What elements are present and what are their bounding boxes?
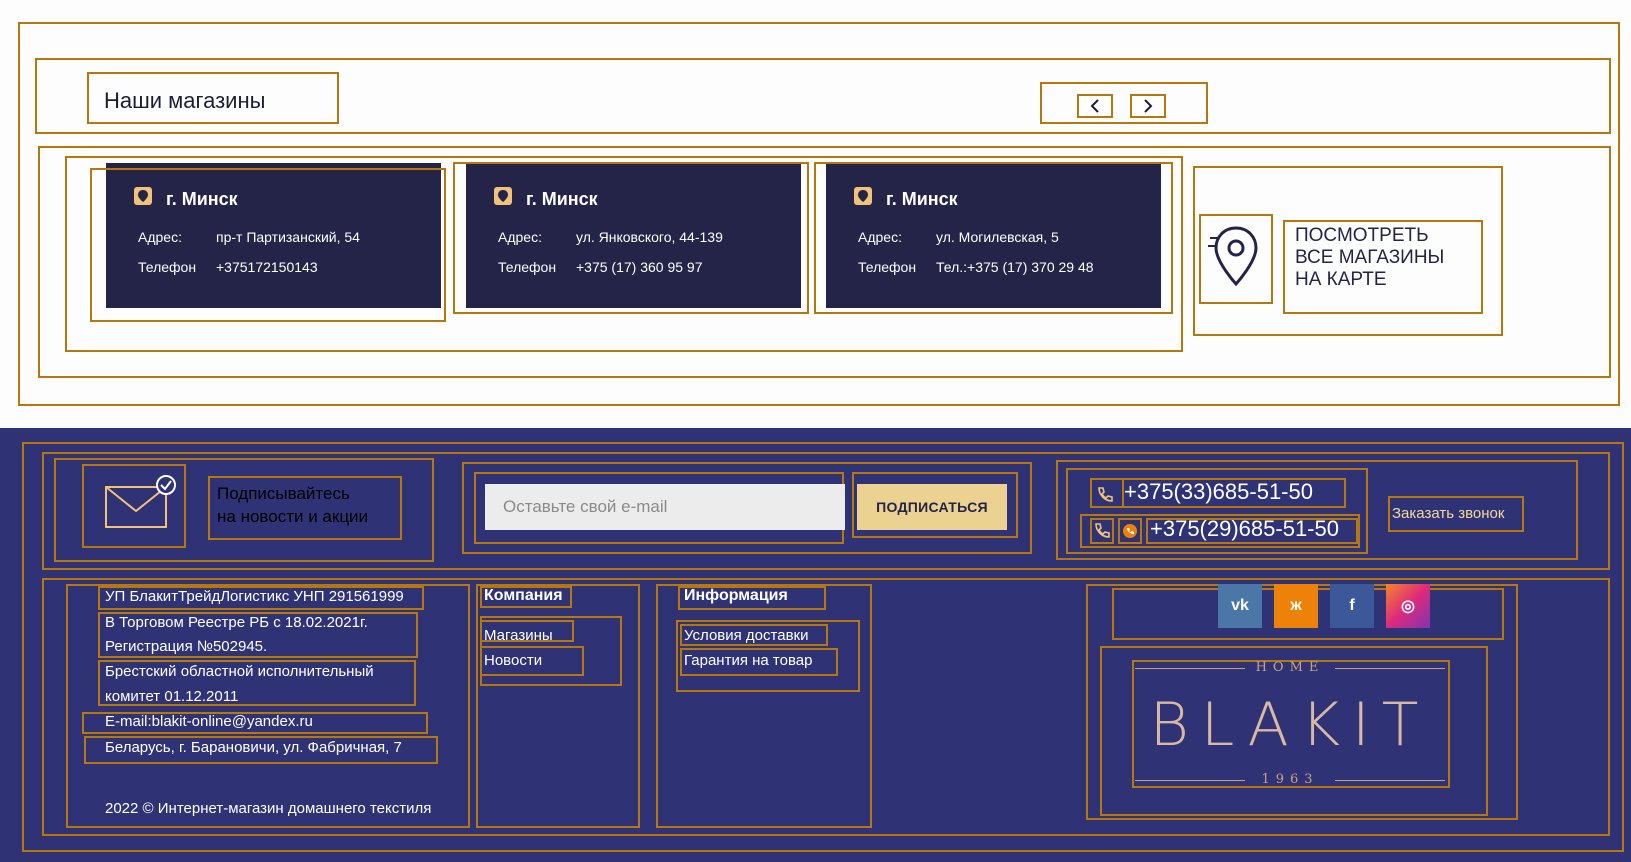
callback-link[interactable]: Заказать звонок — [1392, 505, 1504, 522]
instagram-icon[interactable]: ◎ — [1386, 584, 1430, 628]
footer-link-news[interactable]: Новости — [484, 652, 542, 669]
legal-address: Беларусь, г. Барановичи, ул. Фабричная, … — [105, 739, 402, 756]
subscribe-caption: Подписывайтесь на новости и акции — [217, 482, 368, 528]
subscribe-caption-line: на новости и акции — [217, 507, 369, 526]
footer-link-shops[interactable]: Магазины — [484, 627, 553, 644]
info-heading: Информация — [684, 587, 788, 604]
company-heading: Компания — [484, 587, 563, 604]
map-link-line: ПОСМОТРЕТЬ — [1295, 225, 1429, 246]
store-card-outline — [814, 162, 1173, 314]
envelope-icon — [105, 475, 176, 528]
legal-registry: В Торговом Реестре РБ с 18.02.2021г. — [105, 614, 368, 631]
phone-number[interactable]: +375(33)685-51-50 — [1124, 479, 1313, 505]
email-input[interactable] — [485, 484, 845, 530]
blakit-logo[interactable]: HOME BLAKIT 1963 — [1135, 660, 1445, 790]
carousel-next-button[interactable] — [1130, 94, 1166, 118]
footer-link-warranty[interactable]: Гарантия на товар — [684, 652, 812, 669]
phone-icon — [1095, 523, 1110, 538]
logo-brand: BLAKIT — [1149, 690, 1431, 760]
carousel-prev-button[interactable] — [1077, 94, 1113, 118]
viber-icon — [1123, 524, 1137, 538]
legal-authority: Брестский областной исполнительный — [105, 663, 374, 680]
map-pin-icon[interactable] — [1206, 220, 1266, 300]
legal-authority-date: комитет 01.12.2011 — [105, 688, 239, 705]
store-card-outline — [453, 162, 809, 314]
legal-registration: Регистрация №502945. — [105, 638, 268, 655]
map-link[interactable]: ПОСМОТРЕТЬ ВСЕ МАГАЗИНЫ НА КАРТЕ — [1295, 225, 1444, 291]
stores-section: Наши магазины г. Минск Адрес: пр-т Парти… — [0, 0, 1631, 428]
odnoklassniki-icon[interactable]: ж — [1274, 584, 1318, 628]
legal-email[interactable]: E-mail:blakit-online@yandex.ru — [105, 713, 313, 730]
chevron-left-icon — [1090, 99, 1099, 113]
subscribe-caption-line: Подписывайтесь — [217, 484, 350, 503]
vk-icon[interactable]: vk — [1218, 584, 1262, 628]
subscribe-button[interactable]: ПОДПИСАТЬСЯ — [857, 484, 1007, 530]
carousel-nav-outline — [1040, 82, 1208, 124]
legal-company: УП БлакитТрейдЛогистикс УНП 291561999 — [105, 588, 404, 605]
map-link-line: ВСЕ МАГАЗИНЫ — [1295, 247, 1445, 268]
chevron-right-icon — [1144, 99, 1153, 113]
phone-icon — [1098, 487, 1113, 502]
logo-rule — [1335, 780, 1445, 781]
map-link-line: НА КАРТЕ — [1295, 269, 1387, 290]
footer-link-delivery[interactable]: Условия доставки — [684, 627, 808, 644]
logo-rule — [1335, 668, 1445, 669]
stores-title: Наши магазины — [104, 88, 266, 113]
store-card-outline — [90, 168, 446, 322]
facebook-icon[interactable]: f — [1330, 584, 1374, 628]
phone-number[interactable]: +375(29)685-51-50 — [1150, 516, 1339, 542]
copyright: 2022 © Интернет-магазин домашнего тексти… — [105, 800, 432, 817]
